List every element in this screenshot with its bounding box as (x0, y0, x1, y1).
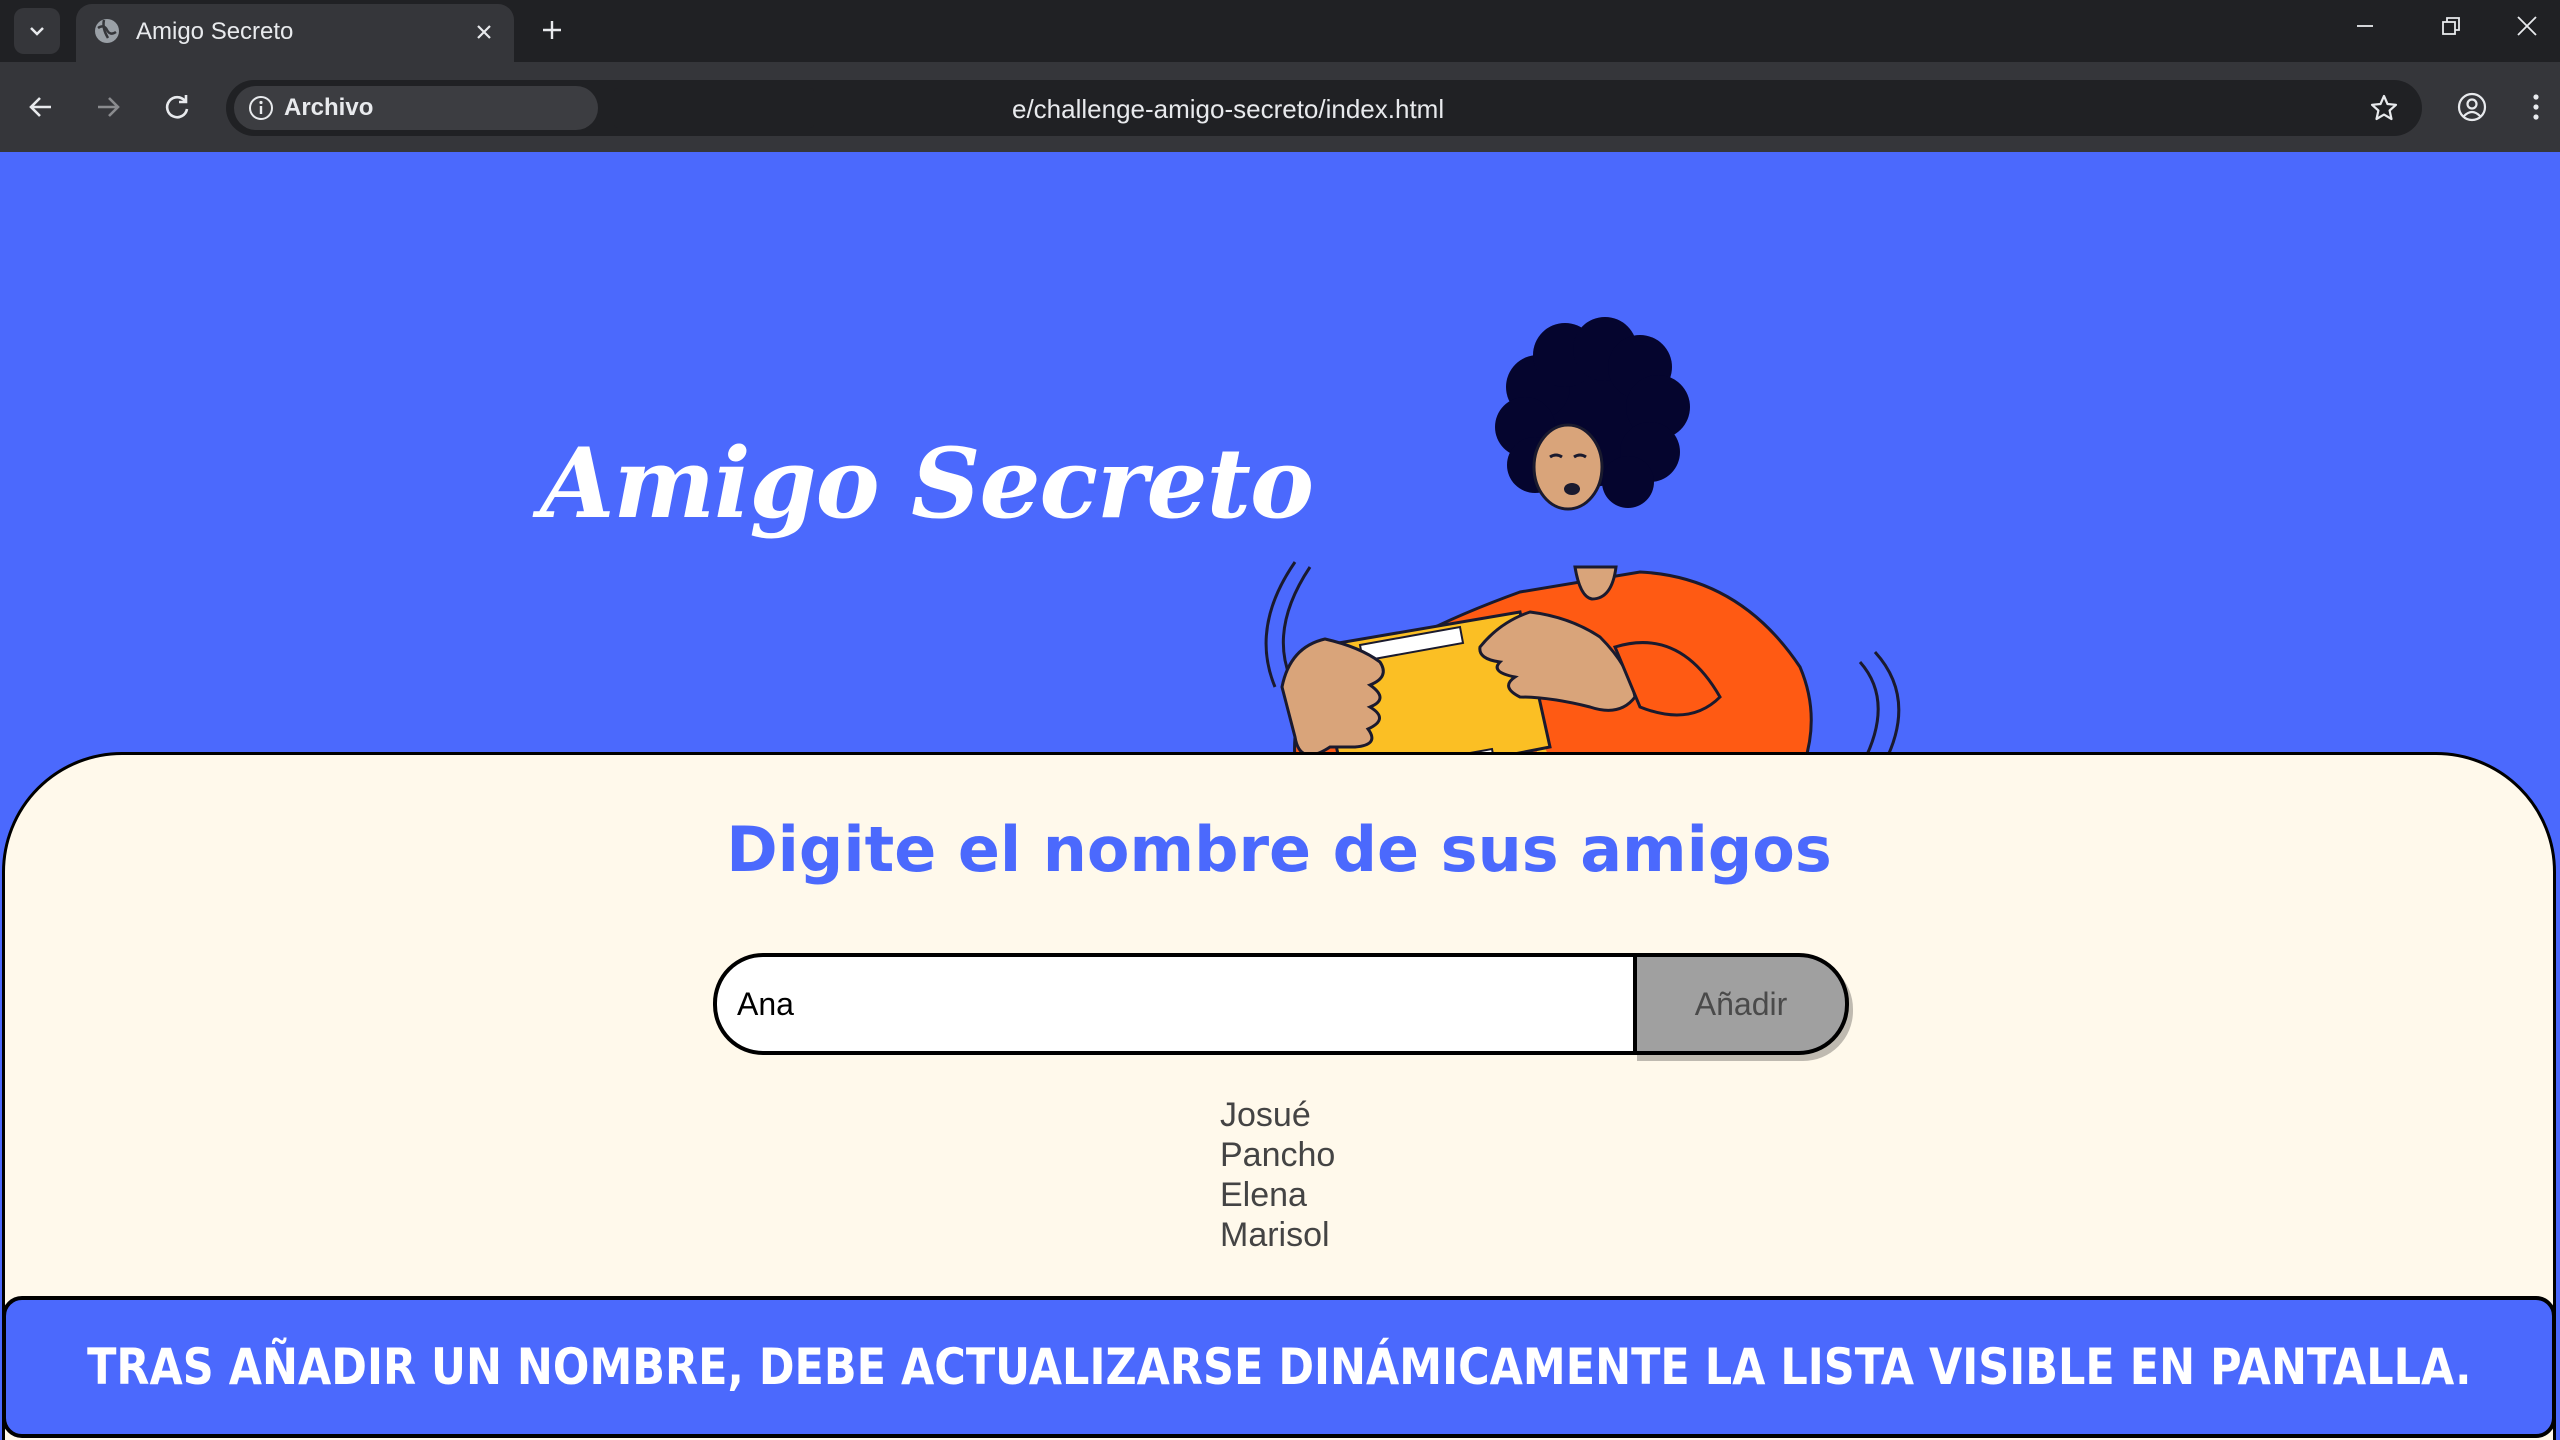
address-bar[interactable]: Archivo e/challenge-amigo-secreto/index.… (226, 80, 2422, 136)
list-item: Elena (1220, 1176, 1307, 1214)
plus-icon (543, 21, 561, 39)
url-text: e/challenge-amigo-secreto/index.html (1012, 94, 1445, 124)
friends-list: Josué Pancho Elena Marisol (1220, 1095, 1335, 1255)
site-chip-label: Archivo (284, 94, 374, 121)
new-tab-button[interactable] (530, 8, 574, 52)
menu-icon (2533, 94, 2539, 120)
tab-list-button[interactable] (14, 8, 60, 54)
browser-tab[interactable]: Amigo Secreto (76, 4, 514, 62)
list-item: Pancho (1220, 1136, 1336, 1174)
info-icon (249, 96, 273, 120)
back-icon (29, 97, 51, 117)
page-viewport: Amigo Secreto Digite el nombre de sus am… (0, 152, 2560, 1440)
star-icon (2370, 94, 2398, 121)
tab-close-button[interactable] (464, 12, 504, 52)
reload-button[interactable] (153, 83, 201, 131)
close-window-button[interactable] (2494, 0, 2560, 52)
caption-text: TRAS AÑADIR UN NOMBRE, DEBE ACTUALIZARSE… (86, 1338, 2472, 1396)
close-icon (2517, 16, 2537, 36)
bookmark-button[interactable] (2364, 88, 2404, 128)
profile-icon (2457, 92, 2487, 122)
section-title: Digite el nombre de sus amigos (726, 813, 1832, 886)
reload-icon (165, 95, 189, 119)
list-item: Marisol (1220, 1216, 1330, 1254)
forward-icon (98, 97, 120, 117)
back-button[interactable] (17, 83, 65, 131)
minimize-icon (2357, 25, 2373, 27)
browser-toolbar: Archivo e/challenge-amigo-secreto/index.… (0, 62, 2560, 152)
globe-icon (95, 19, 119, 43)
url-redaction (614, 88, 814, 128)
list-item: Josué (1220, 1096, 1311, 1134)
add-friend-button[interactable]: Añadir (1633, 953, 1849, 1055)
tab-list-icon (30, 27, 44, 36)
forward-button[interactable] (84, 83, 132, 131)
restore-button[interactable] (2408, 0, 2494, 52)
tab-title: Amigo Secreto (136, 18, 294, 45)
restore-icon (2442, 17, 2460, 35)
friend-name-input[interactable] (713, 953, 1637, 1055)
hero-title: Amigo Secreto (540, 427, 1314, 540)
caption-banner: TRAS AÑADIR UN NOMBRE, DEBE ACTUALIZARSE… (2, 1296, 2556, 1438)
browser-menu-button[interactable] (2516, 83, 2556, 131)
browser-tabstrip: Amigo Secreto (0, 0, 2560, 62)
close-icon (477, 25, 491, 39)
site-info-chip[interactable]: Archivo (234, 86, 814, 130)
minimize-button[interactable] (2322, 0, 2408, 52)
profile-button[interactable] (2448, 83, 2496, 131)
